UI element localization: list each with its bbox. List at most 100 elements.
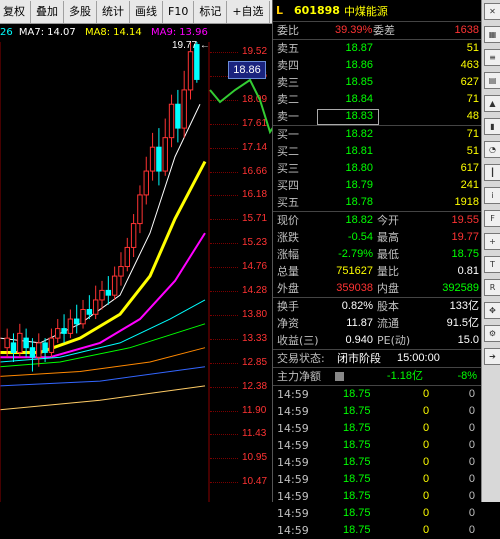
list-icon[interactable]: ≡ [484, 49, 500, 66]
toolbar-restore-rights[interactable]: 复权 [0, 0, 31, 23]
move-icon[interactable]: ✥ [484, 302, 500, 319]
buy-level-price: 18.79 [345, 179, 373, 191]
buy-level-row[interactable]: 买五 18.78 1918 [273, 194, 481, 211]
moving-average-lines [0, 104, 207, 411]
stock-code[interactable]: 601898 [294, 4, 340, 17]
tick-mark [210, 291, 238, 292]
buy-level-row[interactable]: 买二 18.81 51 [273, 143, 481, 160]
price-tick: 15.23 [242, 237, 268, 249]
trade-volume: 0 [423, 439, 430, 451]
candle-body [29, 347, 36, 358]
candle-body [124, 246, 131, 268]
candle-body [130, 223, 137, 248]
table-icon[interactable]: ▤ [484, 72, 500, 89]
stock-name[interactable]: 中煤能源 [344, 3, 388, 19]
trade-price: 18.75 [343, 473, 371, 485]
grid-icon[interactable]: ▦ [484, 26, 500, 43]
net-flow-row[interactable]: 主力净额 -1.18亿 -8% [273, 368, 481, 385]
quote-label: 外盘 [277, 282, 299, 295]
candle-body [92, 299, 99, 315]
ma7-label: MA7: [18, 27, 45, 38]
toolbar-add-watchlist[interactable]: +自选 [227, 0, 270, 23]
quote-value: 18.75 [451, 248, 479, 260]
netflow-pct: -8% [457, 370, 477, 382]
sell-level-volume: 463 [460, 59, 479, 71]
buy-level-row[interactable]: 买一 18.82 71 [273, 126, 481, 143]
sell-level-row[interactable]: 卖五 18.87 51 [273, 40, 481, 57]
candle-body [48, 337, 55, 353]
trade-time: 14:59 [277, 456, 309, 469]
quote-label: 现价 [277, 214, 299, 227]
wecha-value: 1638 [454, 24, 479, 36]
candle-body [137, 194, 143, 225]
trade-volume: 0 [423, 524, 430, 536]
trade-flag: 0 [468, 473, 475, 485]
pie-icon[interactable]: ◔ [484, 141, 500, 158]
price-tick: 10.95 [242, 452, 268, 464]
quote-value: 19.77 [451, 231, 479, 243]
trade-time: 14:59 [277, 490, 309, 503]
buy-level-volume: 1918 [454, 196, 479, 208]
trade-row: 14:59 18.75 0 0 [273, 488, 481, 505]
sell-level-row[interactable]: 卖四 18.86 463 [273, 57, 481, 74]
buy-level-row[interactable]: 买三 18.80 617 [273, 160, 481, 177]
price-tick: 19.52 [242, 46, 268, 57]
bars-icon[interactable]: ▮ [484, 118, 500, 135]
ma-line-6 [0, 366, 206, 387]
quote-value: 392589 [442, 282, 479, 294]
sell-level-row[interactable]: 卖一 18.83 48 [273, 108, 481, 125]
trade-volume: 0 [423, 507, 430, 519]
toolbar-multi-stock[interactable]: 多股 [64, 0, 97, 23]
buy-level-label: 买一 [277, 128, 299, 141]
f10-icon[interactable]: F [484, 210, 500, 227]
trade-row: 14:59 18.75 0 0 [273, 505, 481, 522]
close-icon[interactable]: ✕ [484, 3, 500, 20]
buy-level-price: 18.78 [345, 196, 373, 208]
sell-level-price: 18.84 [345, 93, 373, 105]
chart-toolbar: 复权 叠加 多股 统计 画线 F10 标记 +自选 返回 [0, 0, 272, 24]
fund-label: 净资 [277, 317, 299, 330]
quote-panel: L 601898 中煤能源 委比 39.39% 委差 1638 卖五 18.87 5… [272, 0, 481, 537]
sell-level-label: 卖二 [277, 93, 299, 106]
ma7-value: 14.07 [47, 27, 76, 38]
fund-value: 11.87 [346, 317, 373, 329]
toolbar-overlay[interactable]: 叠加 [31, 0, 64, 23]
trade-row: 14:59 18.75 0 0 [273, 522, 481, 539]
trade-flag: 0 [468, 456, 475, 468]
gear-icon[interactable]: ⚙ [484, 325, 500, 342]
toolbar-draw-line[interactable]: 画线 [130, 0, 163, 23]
buy-level-row[interactable]: 买四 18.79 241 [273, 177, 481, 194]
toolbar-mark[interactable]: 标记 [194, 0, 228, 23]
price-tick: 13.33 [242, 332, 268, 344]
trade-row: 14:59 18.75 0 0 [273, 420, 481, 437]
sell-level-label: 卖五 [277, 42, 299, 55]
ma8-value: 14.14 [113, 27, 142, 38]
webi-value: 39.39% [335, 24, 373, 36]
info-icon[interactable]: i [484, 187, 500, 204]
chart-icon[interactable]: ▲ [484, 95, 500, 112]
text-icon[interactable]: T [484, 256, 500, 273]
stock-header: L 601898 中煤能源 [273, 0, 481, 22]
sell-level-volume: 627 [460, 76, 479, 88]
toolbar-statistics[interactable]: 统计 [97, 0, 130, 23]
fund-label: 流通 [377, 317, 399, 330]
arrow-icon[interactable]: ➔ [484, 348, 500, 365]
candle-icon[interactable]: ┃ [484, 164, 500, 181]
tick-mark [210, 482, 238, 484]
price-tick: 14.28 [242, 285, 268, 296]
trade-flag: 0 [468, 422, 475, 434]
trade-price: 18.75 [343, 490, 371, 502]
rsi-icon[interactable]: R [484, 279, 500, 296]
fund-value: 0.940 [345, 334, 373, 346]
plus-icon[interactable]: + [484, 233, 500, 250]
trade-volume: 0 [423, 456, 430, 468]
toolbar-f10[interactable]: F10 [163, 0, 195, 23]
trading-status-row: 交易状态: 闭市阶段 15:00:00 [273, 350, 481, 367]
sell-level-row[interactable]: 卖二 18.84 71 [273, 91, 481, 108]
price-tick: 11.43 [242, 428, 267, 440]
candle-body [118, 266, 124, 277]
candle-body [42, 342, 48, 353]
sell-level-row[interactable]: 卖三 18.85 627 [273, 74, 481, 91]
buy-level-price: 18.81 [345, 145, 373, 157]
candlestick-chart[interactable] [0, 42, 210, 502]
